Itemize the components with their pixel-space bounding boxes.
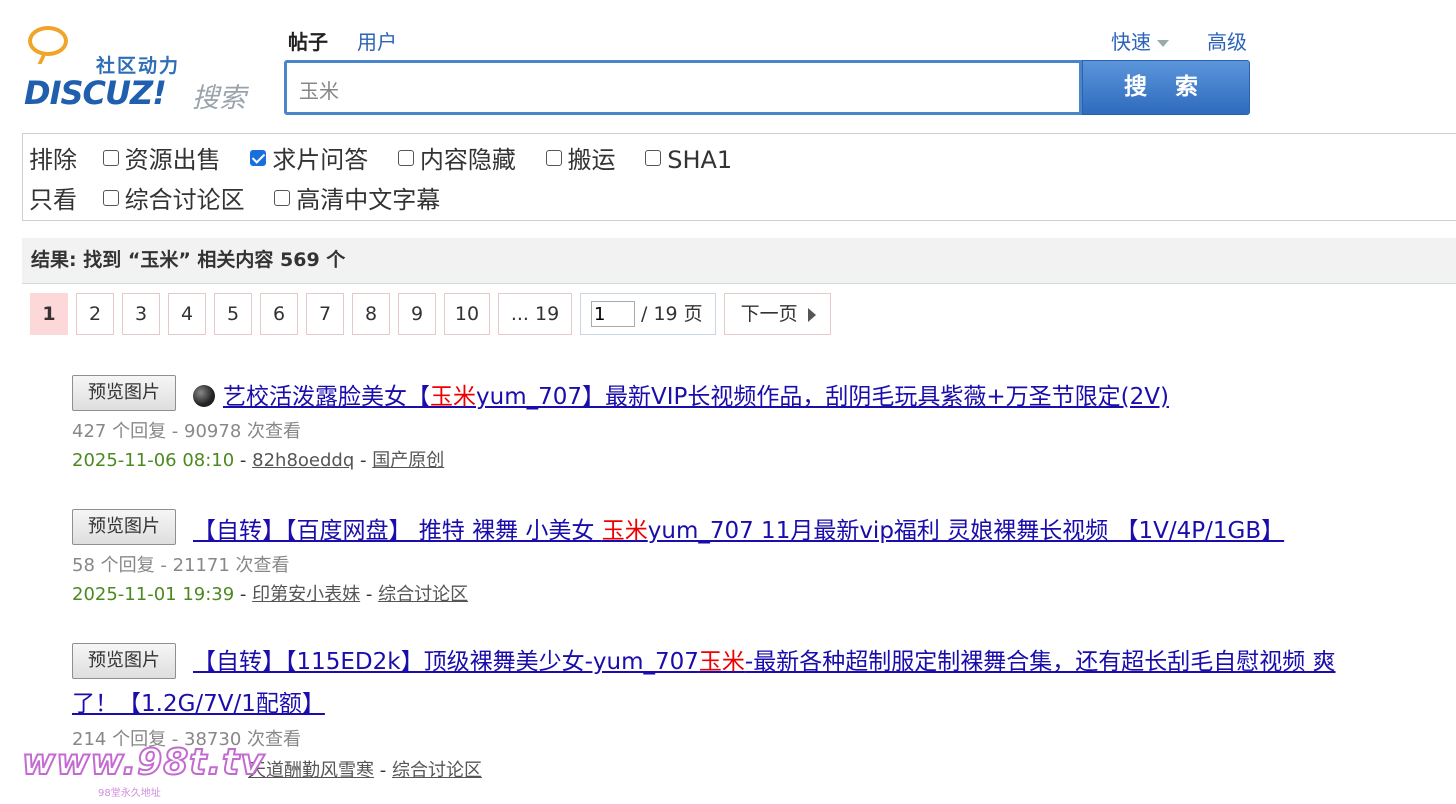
title-keyword-highlight: 玉米 (698, 649, 745, 675)
title-text: yum_707】最新VIP长视频作品，刮阴毛玩具紫薇+万圣节限定(2V) (476, 384, 1169, 410)
black-circle-icon (193, 384, 215, 407)
logo-bubble-icon (28, 26, 68, 56)
result-title-link[interactable]: 【自转】【115ED2k】顶级裸舞美少女-yum_707玉米-最新各种超制服定制… (72, 641, 1342, 725)
site-watermark-subtitle: 98堂永久地址 (98, 788, 161, 799)
logo-search-word: 搜索 (192, 83, 246, 114)
exclude-label: 排除 (29, 146, 77, 174)
filter-panel: 排除 资源出售 求片问答 内容隐藏 搬运 SHA1 只看 综合讨论区 高清中文字… (22, 133, 1456, 221)
option-label: 高清中文字幕 (296, 186, 441, 214)
author-link[interactable]: 印第安小表妹 (252, 584, 360, 605)
site-logo[interactable]: 社区动力 DISCUZ! 搜索 (24, 24, 254, 114)
checkbox[interactable] (102, 150, 119, 166)
result-summary: 结果: 找到 “玉米” 相关内容 569 个 (22, 238, 1456, 284)
only-label: 只看 (29, 186, 77, 214)
page-link[interactable]: 9 (398, 293, 436, 335)
next-page-button[interactable]: 下一页 (723, 293, 831, 335)
option-label: SHA1 (667, 146, 733, 174)
author-link[interactable]: 天道酬勤风雪寒 (248, 760, 374, 781)
page-current: 1 (30, 293, 68, 335)
exclude-option-sale[interactable]: 资源出售 (102, 140, 221, 175)
checkbox[interactable] (102, 190, 119, 206)
page-link[interactable]: 2 (76, 293, 114, 335)
result-stats: 427 个回复 - 90978 次查看 (72, 421, 301, 442)
option-label: 综合讨论区 (124, 186, 245, 214)
title-text: 【自转】【115ED2k】顶级裸舞美少女-yum_707 (193, 649, 699, 675)
exclude-row: 排除 资源出售 求片问答 内容隐藏 搬运 SHA1 (29, 140, 754, 175)
page-total: / 19 页 (641, 303, 703, 325)
title-text: 艺校活泼露脸美女【 (223, 384, 430, 410)
author-link[interactable]: 82h8oeddq (252, 450, 354, 471)
only-option-general[interactable]: 综合讨论区 (102, 180, 245, 215)
quick-label: 快速 (1111, 30, 1151, 54)
page-link[interactable]: 7 (306, 293, 344, 335)
only-row: 只看 综合讨论区 高清中文字幕 (29, 180, 462, 215)
page-link[interactable]: 5 (214, 293, 252, 335)
forum-link[interactable]: 综合讨论区 (378, 584, 468, 605)
option-label: 资源出售 (124, 146, 221, 174)
only-option-hd-subs[interactable]: 高清中文字幕 (274, 180, 440, 215)
option-label: 求片问答 (272, 146, 369, 174)
result-title-link[interactable]: 【自转】【百度网盘】 推特 裸舞 小美女 玉米yum_707 11月最新vip福… (193, 511, 1284, 545)
site-watermark: www.98t.tv (21, 741, 265, 784)
result-info: 2025-11-01 19:39 - 印第安小表妹 - 综合讨论区 (72, 584, 469, 605)
title-text: yum_707 11月最新vip福利 灵娘裸舞长视频 【1V/4P/1GB】 (647, 518, 1285, 544)
page-link[interactable]: 10 (444, 293, 490, 335)
chevron-right-icon (807, 307, 816, 322)
page-link[interactable]: 6 (260, 293, 298, 335)
post-date: 2025-11-06 08:10 (72, 450, 235, 471)
next-page-label: 下一页 (740, 303, 798, 325)
page-jump-input[interactable] (591, 301, 635, 327)
tab-posts[interactable]: 帖子 (288, 26, 328, 55)
page-jump: / 19 页 (580, 293, 716, 335)
title-keyword-highlight: 玉米 (601, 518, 648, 544)
forum-link[interactable]: 国产原创 (372, 450, 444, 471)
post-date: 2025-11-01 19:39 (72, 584, 235, 605)
result-stats: 58 个回复 - 21171 次查看 (72, 555, 290, 576)
page-link[interactable]: 8 (352, 293, 390, 335)
checkbox[interactable] (397, 150, 414, 166)
logo-brand: DISCUZ! (24, 74, 167, 112)
search-input[interactable] (297, 71, 1071, 107)
exclude-option-repost[interactable]: 搬运 (545, 140, 616, 175)
search-box (284, 60, 1082, 115)
search-button[interactable]: 搜 索 (1082, 60, 1250, 115)
checkbox[interactable] (545, 150, 562, 166)
page-link[interactable]: 3 (122, 293, 160, 335)
page-last-link[interactable]: ... 19 (498, 293, 572, 335)
checkbox[interactable] (645, 150, 662, 166)
preview-image-button[interactable]: 预览图片 (72, 509, 176, 545)
quick-search-dropdown[interactable]: 快速 (1111, 26, 1169, 55)
result-title-link[interactable]: 艺校活泼露脸美女【玉米yum_707】最新VIP长视频作品，刮阴毛玩具紫薇+万圣… (193, 377, 1169, 411)
tab-users[interactable]: 用户 (357, 26, 397, 55)
option-label: 搬运 (567, 146, 616, 174)
pagination: 1 2 3 4 5 6 7 8 9 10 ... 19 / 19 页 下一页 (30, 293, 839, 337)
forum-link[interactable]: 综合讨论区 (392, 760, 482, 781)
exclude-option-sha1[interactable]: SHA1 (645, 146, 732, 174)
checkbox-checked[interactable] (250, 150, 267, 166)
title-text: 【自转】【百度网盘】 推特 裸舞 小美女 (193, 518, 602, 544)
option-label: 内容隐藏 (419, 146, 516, 174)
title-keyword-highlight: 玉米 (430, 384, 476, 410)
result-info: 2025-11-06 08:10 - 82h8oeddq - 国产原创 (72, 450, 445, 471)
advanced-search-link[interactable]: 高级 (1207, 26, 1247, 55)
preview-image-button[interactable]: 预览图片 (72, 375, 176, 411)
result-info: 天道酬勤风雪寒 - 综合讨论区 (248, 760, 482, 781)
exclude-option-hidden[interactable]: 内容隐藏 (397, 140, 516, 175)
checkbox[interactable] (274, 190, 291, 206)
page-link[interactable]: 4 (168, 293, 206, 335)
chevron-down-icon (1157, 40, 1169, 47)
exclude-option-request[interactable]: 求片问答 (250, 140, 368, 175)
